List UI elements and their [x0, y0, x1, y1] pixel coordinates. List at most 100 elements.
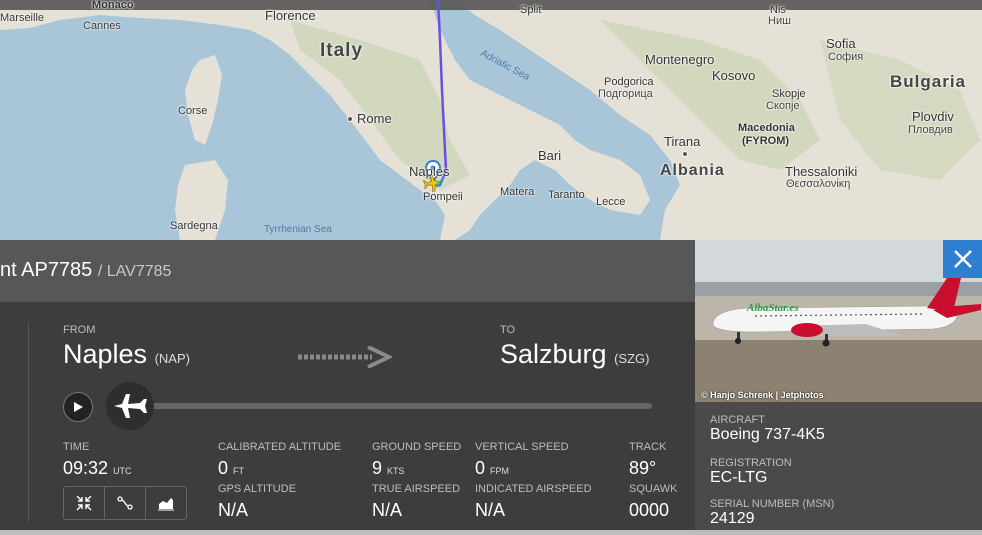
- map-label-rome: Rome: [357, 111, 392, 126]
- destination-code: (SZG): [614, 351, 650, 366]
- calibrated-altitude-label: CALIBRATED ALTITUDE: [218, 441, 342, 453]
- progress-plane-handle[interactable]: [106, 382, 154, 430]
- ground-speed-label: GROUND SPEED: [372, 441, 462, 453]
- route-button[interactable]: [105, 487, 146, 519]
- route-icon: [117, 496, 133, 510]
- flight-callsign: / LAV7785: [97, 263, 172, 280]
- time-unit: UTC: [113, 466, 132, 476]
- map-label-bari: Bari: [538, 148, 562, 163]
- map-label-pompeii: Pompeii: [423, 191, 463, 203]
- flight-title: nt AP7785 / LAV7785: [0, 259, 171, 282]
- map-view[interactable]: Marseille Monaco Cannes Florence Split N…: [0, 0, 982, 240]
- map-label-nis-cyr: Ниш: [768, 15, 791, 27]
- map-label-macedonia: Macedonia: [738, 122, 795, 134]
- true-airspeed-label: TRUE AIRSPEED: [372, 483, 461, 495]
- map-label-marseille: Marseille: [0, 12, 45, 24]
- map-label-sofia-cyr: София: [828, 51, 864, 63]
- vertical-speed-value: 0 FPM: [475, 458, 509, 479]
- vertical-speed-number: 0: [475, 458, 486, 478]
- chart-icon: [158, 498, 174, 511]
- map-label-lecce: Lecce: [596, 196, 626, 208]
- ground-speed-value: 9 KTS: [372, 458, 405, 479]
- time-value: 09:32 UTC: [63, 458, 132, 479]
- close-icon: [953, 250, 972, 268]
- time-label: TIME: [63, 441, 90, 453]
- aircraft-value: Boeing 737-4K5: [710, 426, 825, 443]
- map-label-corse: Corse: [178, 105, 208, 117]
- close-button[interactable]: [943, 240, 982, 278]
- map-label-bulgaria: Bulgaria: [890, 72, 967, 91]
- play-button[interactable]: [63, 392, 93, 422]
- calibrated-altitude-value: 0 FT: [218, 458, 244, 479]
- map-label-thessaloniki: Thessaloniki: [785, 164, 858, 179]
- play-icon: [74, 402, 83, 412]
- map-label-fyrom: (FYROM): [742, 135, 790, 147]
- livery-text: AlbaStar.es: [747, 302, 799, 314]
- flight-number: nt AP7785: [0, 259, 93, 281]
- track-label: TRACK: [629, 441, 667, 453]
- serial-number-label: SERIAL NUMBER (MSN): [710, 498, 835, 510]
- squawk-value: 0000: [629, 500, 670, 520]
- map-label-skopje: Skopje: [772, 88, 806, 100]
- map-label-italy: Italy: [320, 40, 364, 61]
- gps-altitude-value: N/A: [218, 500, 249, 520]
- origin-city: Naples: [63, 339, 148, 369]
- map-label-plovdiv: Plovdiv: [912, 109, 954, 124]
- time-number: 09:32: [63, 458, 109, 478]
- map-dot-tirana: [682, 151, 688, 157]
- indicated-airspeed-label: INDICATED AIRSPEED: [475, 483, 592, 495]
- panel-divider: [28, 322, 29, 522]
- map-label-taranto: Taranto: [548, 189, 585, 201]
- shrink-icon: [76, 495, 92, 511]
- origin-airport[interactable]: Naples (NAP): [63, 339, 190, 370]
- map-label-thessaloniki-gr: Θεσσαλονίκη: [786, 178, 851, 190]
- map-label-sofia: Sofia: [826, 36, 856, 51]
- ground-speed-number: 9: [372, 458, 383, 478]
- map-tools: [63, 486, 187, 520]
- map-label-split: Split: [520, 4, 542, 16]
- calibrated-altitude-number: 0: [218, 458, 229, 478]
- map-label-skopje-cyr: Скопје: [766, 100, 800, 112]
- map-label-naples: Naples: [409, 164, 450, 179]
- airplane-icon: [114, 394, 147, 418]
- track-value: 89°: [629, 458, 657, 478]
- map-label-albania: Albania: [660, 162, 725, 179]
- destination-city: Salzburg: [500, 339, 607, 369]
- map-label-matera: Matera: [500, 186, 535, 198]
- graph-button[interactable]: [146, 487, 186, 519]
- vertical-speed-label: VERTICAL SPEED: [475, 441, 569, 453]
- calibrated-altitude-unit: FT: [233, 466, 245, 476]
- from-label: FROM: [63, 324, 96, 336]
- map-label-podgorica-cyr: Подгорица: [598, 88, 653, 100]
- map-label-cannes: Cannes: [83, 20, 121, 32]
- map-label-tyrrhenian-sea: Tyrrhenian Sea: [264, 224, 332, 235]
- registration-label: REGISTRATION: [710, 457, 792, 469]
- flight-title-bar: nt AP7785 / LAV7785: [0, 240, 695, 302]
- map-dot-rome: [347, 116, 353, 122]
- map-label-monaco: Monaco: [92, 0, 134, 11]
- true-airspeed-value: N/A: [372, 500, 403, 520]
- fit-view-button[interactable]: [64, 487, 105, 519]
- destination-airport[interactable]: Salzburg (SZG): [500, 339, 649, 370]
- registration-value: EC-LTG: [710, 469, 768, 486]
- serial-number-value: 24129: [710, 510, 755, 527]
- aircraft-label: AIRCRAFT: [710, 414, 765, 426]
- squawk-label: SQUAWK: [629, 483, 678, 495]
- map-label-tirana: Tirana: [664, 134, 701, 149]
- indicated-airspeed-value: N/A: [475, 500, 506, 520]
- map-label-kosovo: Kosovo: [712, 68, 756, 83]
- photo-credit[interactable]: © Hanjo Schrenk | Jetphotos: [701, 390, 824, 400]
- flight-info-panel: FROM Naples (NAP) TO Salzburg (SZG) TIME…: [0, 302, 695, 530]
- map-label-florence: Florence: [265, 8, 316, 23]
- to-label: TO: [500, 324, 516, 336]
- aircraft-details-panel: AIRCRAFT Boeing 737-4K5 REGISTRATION EC-…: [695, 402, 982, 530]
- map-label-plovdiv-cyr: Пловдив: [908, 124, 953, 136]
- bottom-border: [0, 530, 982, 535]
- map-label-montenegro: Montenegro: [645, 52, 715, 67]
- gps-altitude-label: GPS ALTITUDE: [218, 483, 297, 495]
- aircraft-photo-image: [695, 240, 982, 402]
- flight-tracker-screen: Marseille Monaco Cannes Florence Split N…: [0, 0, 982, 535]
- aircraft-photo[interactable]: AlbaStar.es © Hanjo Schrenk | Jetphotos: [695, 240, 982, 402]
- route-arrow-icon: [298, 346, 392, 368]
- flight-progress-track[interactable]: [130, 403, 652, 409]
